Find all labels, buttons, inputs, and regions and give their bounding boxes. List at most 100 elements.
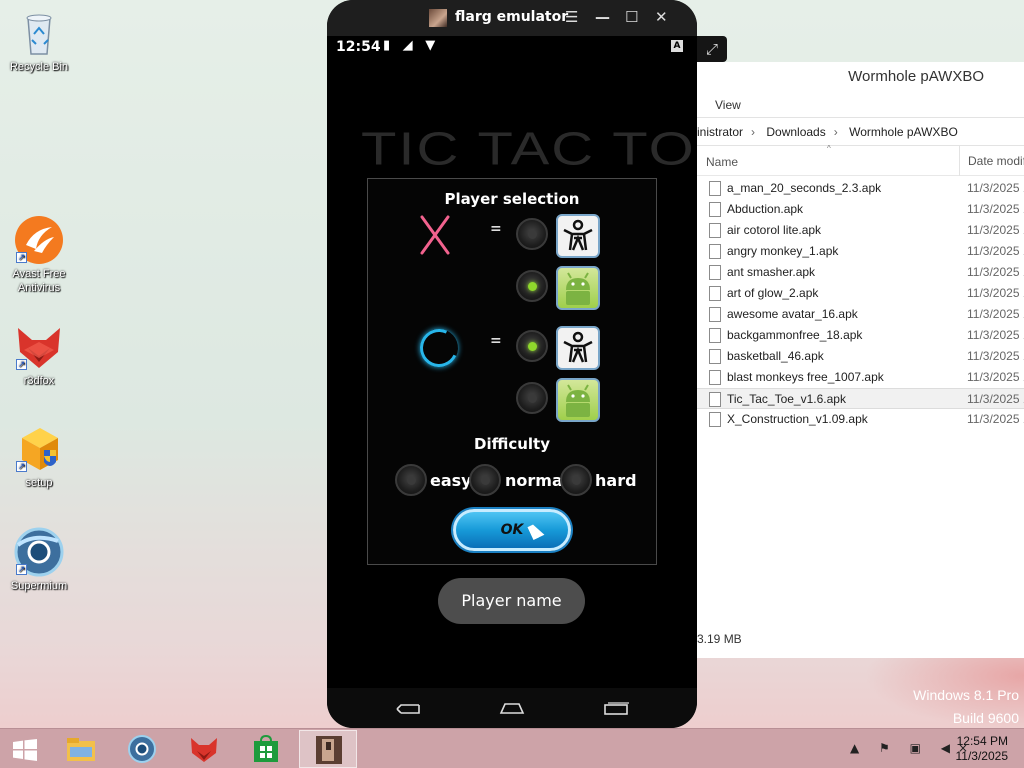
x-android-radio[interactable] <box>516 270 548 302</box>
file-row[interactable]: awesome avatar_16.apk 11/3/2025 1 <box>697 304 1024 325</box>
file-row[interactable]: Abduction.apk 11/3/2025 1 <box>697 199 1024 220</box>
android-player-icon[interactable] <box>556 266 600 310</box>
o-human-radio[interactable] <box>516 330 548 362</box>
emulator-window[interactable]: flarg emulator ☰ — ☐ ✕ 12:54 ▮ ◢ ▼ A TIC… <box>327 0 697 728</box>
r3dfox-icon <box>191 738 217 762</box>
explorer-title: Wormhole pAWXBO <box>697 62 1024 92</box>
desktop-icon-recycle-bin[interactable]: Recycle Bin <box>4 8 74 74</box>
watermark-build: Build 9600 <box>952 710 1019 726</box>
file-row[interactable]: backgammonfree_18.apk 11/3/2025 1 <box>697 325 1024 346</box>
android-player-icon[interactable] <box>556 378 600 422</box>
taskbar-flarg-emulator[interactable] <box>299 730 357 768</box>
shortcut-arrow-icon: ↗ <box>16 564 27 575</box>
file-explorer-window[interactable]: Wormhole pAWXBO View inistrator › Downloa… <box>696 62 1024 658</box>
supermium-icon: ↗ <box>14 527 64 577</box>
file-icon <box>709 349 721 364</box>
maximize-button[interactable]: ☐ <box>625 8 638 26</box>
home-icon[interactable] <box>499 702 525 715</box>
desktop-icon-r3dfox[interactable]: ↗ r3dfox <box>4 322 74 388</box>
column-header-row: ^ Name Date modif <box>697 144 1024 176</box>
radio-dot <box>572 476 581 485</box>
r3dfox-icon: ↗ <box>14 322 64 372</box>
file-row[interactable]: a_man_20_seconds_2.3.apk 11/3/2025 1 <box>697 178 1024 199</box>
difficulty-hard-radio[interactable] <box>560 464 592 496</box>
file-row[interactable]: air cotorol lite.apk 11/3/2025 1 <box>697 220 1024 241</box>
breadcrumb-segment[interactable]: Wormhole pAWXBO <box>849 125 958 139</box>
file-name: Abduction.apk <box>727 202 804 216</box>
human-player-icon[interactable] <box>556 214 600 258</box>
difficulty-normal-label[interactable]: normal <box>505 471 568 490</box>
desktop-icon-setup[interactable]: ↗ setup <box>4 424 74 490</box>
taskbar-file-explorer[interactable] <box>52 730 110 768</box>
equals-sign: = <box>490 221 502 237</box>
breadcrumb-separator: › <box>833 125 838 139</box>
emulator-titlebar[interactable]: flarg emulator ☰ — ☐ ✕ <box>327 0 697 36</box>
close-button[interactable]: ✕ <box>655 8 668 26</box>
o-android-radio[interactable] <box>516 382 548 414</box>
expand-button[interactable]: ⤢ <box>697 36 727 62</box>
file-name: awesome avatar_16.apk <box>727 307 858 321</box>
file-row[interactable]: X_Construction_v1.09.apk 11/3/2025 1 <box>697 409 1024 430</box>
start-button[interactable] <box>0 730 50 768</box>
desktop-icon-label: setup <box>25 477 53 489</box>
taskbar-supermium[interactable] <box>113 730 171 768</box>
radio-dot <box>528 394 537 403</box>
sort-arrow-icon: ^ <box>827 144 831 153</box>
windows-logo-icon <box>13 739 37 761</box>
file-date: 11/3/2025 1 <box>967 307 1024 321</box>
avast-icon: ↗ <box>14 215 64 265</box>
file-name: ant smasher.apk <box>727 265 816 279</box>
x-human-radio[interactable] <box>516 218 548 250</box>
file-row[interactable]: blast monkeys free_1007.apk 11/3/2025 1 <box>697 367 1024 388</box>
desktop-icon-avast[interactable]: ↗ Avast Free Antivirus <box>4 215 74 295</box>
desktop-icon-label: Avast Free Antivirus <box>12 268 66 294</box>
file-explorer-icon <box>67 738 95 761</box>
column-header-date[interactable]: Date modif <box>959 146 1024 176</box>
difficulty-easy-radio[interactable] <box>395 464 427 496</box>
file-name: blast monkeys free_1007.apk <box>727 370 884 384</box>
breadcrumb-segment[interactable]: inistrator <box>697 125 743 139</box>
difficulty-easy-label[interactable]: easy <box>430 471 472 490</box>
file-date: 11/3/2025 1 <box>967 244 1024 258</box>
file-row[interactable]: ant smasher.apk 11/3/2025 1 <box>697 262 1024 283</box>
file-icon <box>709 307 721 322</box>
file-name: backgammonfree_18.apk <box>727 328 863 342</box>
ribbon-tab-label: View <box>715 98 741 112</box>
o-symbol-icon <box>414 323 464 373</box>
menu-button[interactable]: ☰ <box>565 8 578 26</box>
file-date: 11/3/2025 1 <box>967 328 1024 342</box>
desktop-icon-supermium[interactable]: ↗ Supermium <box>4 527 74 593</box>
radio-dot <box>528 282 537 291</box>
file-name: art of glow_2.apk <box>727 286 819 300</box>
recent-apps-icon[interactable] <box>603 702 629 715</box>
file-row[interactable]: basketball_46.apk 11/3/2025 1 <box>697 346 1024 367</box>
watermark-edition: Windows 8.1 Pro <box>913 687 1019 703</box>
taskbar-r3dfox[interactable] <box>175 730 233 768</box>
address-bar[interactable]: inistrator › Downloads › Wormhole pAWXBO <box>697 118 1024 146</box>
difficulty-hard-label[interactable]: hard <box>595 471 637 490</box>
file-date: 11/3/2025 1 <box>967 370 1024 384</box>
ok-button[interactable]: OK <box>453 509 571 551</box>
column-header-name[interactable]: Name <box>706 155 738 169</box>
file-row-selected[interactable]: Tic_Tac_Toe_v1.6.apk 11/3/2025 1 <box>697 388 1024 409</box>
player-name-button[interactable]: Player name <box>438 578 585 624</box>
taskbar-store[interactable] <box>237 730 295 768</box>
minimize-button[interactable]: — <box>595 8 610 26</box>
supermium-icon <box>128 735 156 763</box>
back-icon[interactable] <box>395 702 421 715</box>
file-date: 11/3/2025 1 <box>967 202 1024 216</box>
setup-icon: ↗ <box>14 424 64 474</box>
file-row[interactable]: art of glow_2.apk 11/3/2025 1 <box>697 283 1024 304</box>
equals-sign: = <box>490 333 502 349</box>
shortcut-arrow-icon: ↗ <box>16 252 27 263</box>
breadcrumb-segment[interactable]: Downloads <box>766 125 825 139</box>
difficulty-normal-radio[interactable] <box>469 464 501 496</box>
taskbar-clock[interactable]: 12:54 PM 11/3/2025 <box>956 734 1009 764</box>
human-player-icon[interactable] <box>556 326 600 370</box>
radio-dot <box>481 476 490 485</box>
ribbon-tab-view[interactable]: View <box>697 92 1024 118</box>
file-icon <box>709 328 721 343</box>
clock-time: 12:54 PM <box>956 734 1008 748</box>
breadcrumb-separator: › <box>751 125 756 139</box>
file-row[interactable]: angry monkey_1.apk 11/3/2025 1 <box>697 241 1024 262</box>
